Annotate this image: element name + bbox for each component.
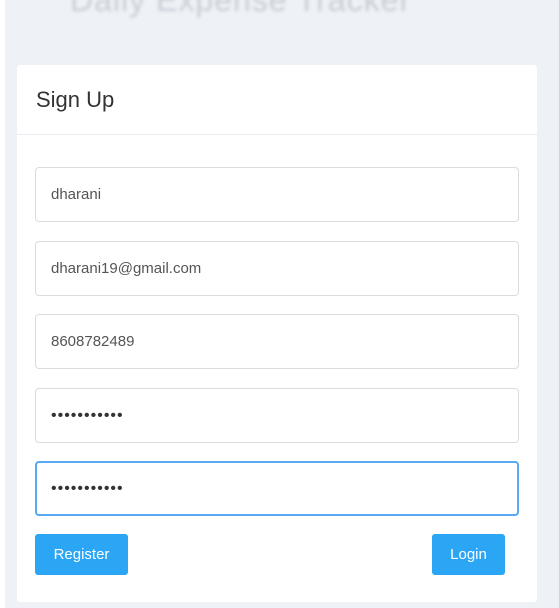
name-input[interactable] [35, 167, 519, 222]
email-input[interactable] [35, 241, 519, 296]
signup-card: Sign Up Register Login [17, 65, 537, 602]
register-button[interactable]: Register [35, 534, 128, 575]
confirm-password-input[interactable] [35, 461, 519, 516]
page-heading: Daily Expense Tracker [70, 0, 412, 18]
card-title: Sign Up [36, 87, 115, 112]
password-input[interactable] [35, 388, 519, 443]
login-button[interactable]: Login [432, 534, 505, 575]
card-header: Sign Up [17, 65, 537, 135]
phone-input[interactable] [35, 314, 519, 369]
